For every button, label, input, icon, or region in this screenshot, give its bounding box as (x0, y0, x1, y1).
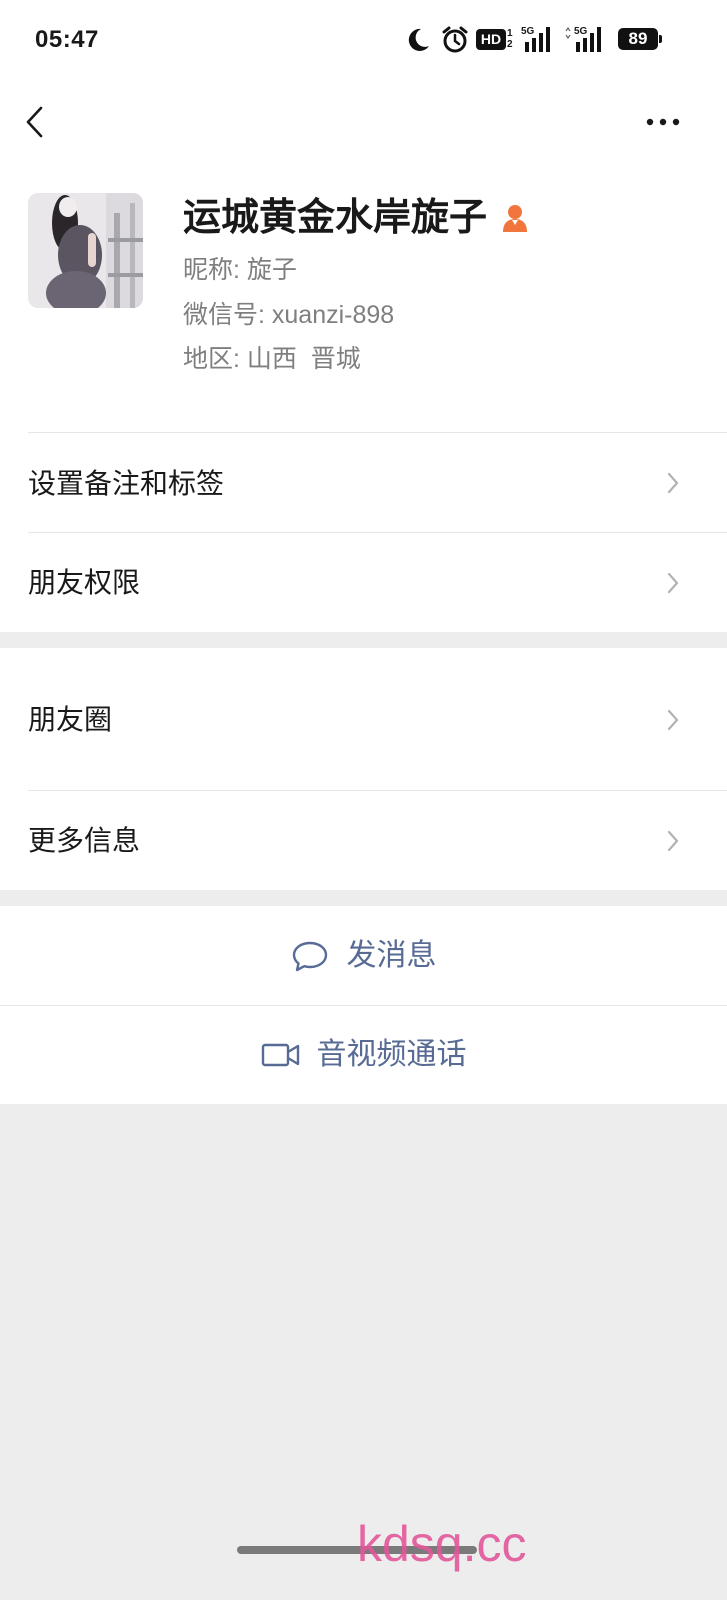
hd-voice-badge: HD (476, 29, 506, 50)
region: 地区: 山西 晋城 (183, 345, 361, 373)
voice-video-call-button[interactable]: 音视频通话 (0, 1006, 727, 1104)
female-icon (503, 205, 527, 232)
voice-video-call-label: 音视频通话 (316, 1038, 467, 1071)
wechat-id[interactable]: 微信号: xuanzi-898 (183, 299, 394, 331)
alarm-clock-icon (442, 26, 468, 53)
battery-level: 89 (618, 28, 658, 50)
row-moments-label: 朋友圈 (28, 704, 113, 735)
chevron-right-icon (667, 472, 679, 494)
signal-strength-1-icon (525, 27, 550, 52)
battery-terminal (659, 35, 662, 43)
chevron-right-icon (667, 709, 679, 731)
avatar-photo (28, 193, 143, 308)
signal-strength-2-icon (565, 26, 601, 52)
video-camera-icon (261, 1043, 299, 1067)
send-message-label: 发消息 (346, 939, 437, 972)
nickname: 昵称: 旋子 (183, 256, 297, 284)
row-friend-permissions-label: 朋友权限 (28, 567, 141, 598)
row-more-info-label: 更多信息 (28, 825, 141, 856)
sim-slot-2-label: 2 (507, 39, 513, 50)
contact-name: 运城黄金水岸旋子 (183, 197, 488, 239)
send-message-button[interactable]: 发消息 (0, 907, 727, 1005)
status-time: 05:47 (35, 26, 99, 53)
avatar[interactable] (28, 193, 143, 308)
more-dots-icon[interactable] (644, 114, 682, 130)
chat-bubble-icon (292, 941, 327, 972)
chevron-right-icon (667, 572, 679, 594)
chevron-left-icon[interactable] (22, 105, 48, 139)
chevron-right-icon (667, 830, 679, 852)
sim-slot-1-label: 1 (507, 28, 513, 39)
do-not-disturb-moon-icon (408, 28, 429, 51)
watermark: kdsq.cc (357, 1516, 527, 1572)
row-remark-tags-label: 设置备注和标签 (28, 468, 225, 499)
